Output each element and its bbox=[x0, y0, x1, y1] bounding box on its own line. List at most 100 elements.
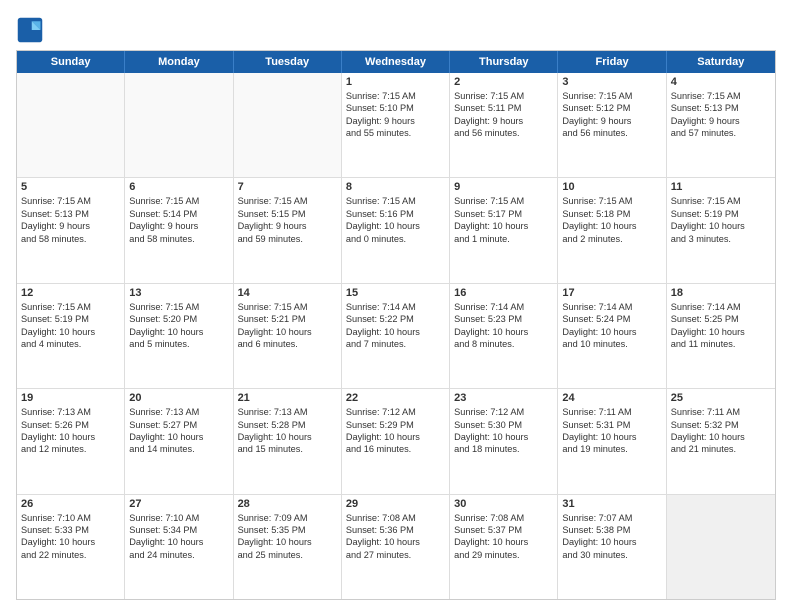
weekday-header-saturday: Saturday bbox=[667, 51, 775, 73]
day-number: 3 bbox=[562, 76, 661, 88]
header bbox=[16, 12, 776, 44]
calendar-row-5: 26 Sunrise: 7:10 AMSunset: 5:33 PMDayligh… bbox=[17, 495, 775, 599]
calendar-cell: 28 Sunrise: 7:09 AMSunset: 5:35 PMDayligh… bbox=[234, 495, 342, 599]
day-number: 25 bbox=[671, 392, 771, 404]
day-number: 17 bbox=[562, 287, 661, 299]
cell-info: Sunrise: 7:08 AMSunset: 5:36 PMDaylight:… bbox=[346, 512, 445, 562]
calendar-cell bbox=[234, 73, 342, 177]
weekday-header-thursday: Thursday bbox=[450, 51, 558, 73]
calendar-cell: 29 Sunrise: 7:08 AMSunset: 5:36 PMDayligh… bbox=[342, 495, 450, 599]
calendar-row-1: 1Sunrise: 7:15 AMSunset: 5:10 PMDaylight… bbox=[17, 73, 775, 178]
cell-info: Sunrise: 7:15 AMSunset: 5:21 PMDaylight:… bbox=[238, 301, 337, 351]
calendar-cell bbox=[17, 73, 125, 177]
calendar-cell: 30 Sunrise: 7:08 AMSunset: 5:37 PMDayligh… bbox=[450, 495, 558, 599]
day-number: 15 bbox=[346, 287, 445, 299]
calendar-cell: 13Sunrise: 7:15 AMSunset: 5:20 PMDayligh… bbox=[125, 284, 233, 388]
cell-info: Sunrise: 7:08 AMSunset: 5:37 PMDaylight:… bbox=[454, 512, 553, 562]
cell-info: Sunrise: 7:15 AMSunset: 5:11 PMDaylight:… bbox=[454, 90, 553, 140]
calendar-cell: 25 Sunrise: 7:11 AMSunset: 5:32 PMDayligh… bbox=[667, 389, 775, 493]
day-number: 2 bbox=[454, 76, 553, 88]
day-number: 5 bbox=[21, 181, 120, 193]
day-number: 30 bbox=[454, 498, 553, 510]
cell-info: Sunrise: 7:15 AMSunset: 5:19 PMDaylight:… bbox=[671, 195, 771, 245]
day-number: 14 bbox=[238, 287, 337, 299]
weekday-header-tuesday: Tuesday bbox=[234, 51, 342, 73]
calendar-cell: 17 Sunrise: 7:14 AMSunset: 5:24 PMDayligh… bbox=[558, 284, 666, 388]
cell-info: Sunrise: 7:14 AMSunset: 5:25 PMDaylight:… bbox=[671, 301, 771, 351]
logo bbox=[16, 16, 48, 44]
calendar-cell: 9Sunrise: 7:15 AMSunset: 5:17 PMDaylight… bbox=[450, 178, 558, 282]
calendar-cell: 20Sunrise: 7:13 AMSunset: 5:27 PMDayligh… bbox=[125, 389, 233, 493]
calendar-row-2: 5 Sunrise: 7:15 AMSunset: 5:13 PMDaylight… bbox=[17, 178, 775, 283]
cell-info: Sunrise: 7:12 AMSunset: 5:30 PMDaylight:… bbox=[454, 406, 553, 456]
day-number: 29 bbox=[346, 498, 445, 510]
calendar-cell: 12Sunrise: 7:15 AMSunset: 5:19 PMDayligh… bbox=[17, 284, 125, 388]
day-number: 22 bbox=[346, 392, 445, 404]
day-number: 20 bbox=[129, 392, 228, 404]
calendar-cell: 4 Sunrise: 7:15 AMSunset: 5:13 PMDaylight… bbox=[667, 73, 775, 177]
day-number: 12 bbox=[21, 287, 120, 299]
cell-info: Sunrise: 7:10 AMSunset: 5:34 PMDaylight:… bbox=[129, 512, 228, 562]
day-number: 6 bbox=[129, 181, 228, 193]
cell-info: Sunrise: 7:11 AMSunset: 5:32 PMDaylight:… bbox=[671, 406, 771, 456]
day-number: 18 bbox=[671, 287, 771, 299]
calendar-cell: 11Sunrise: 7:15 AMSunset: 5:19 PMDayligh… bbox=[667, 178, 775, 282]
day-number: 7 bbox=[238, 181, 337, 193]
day-number: 19 bbox=[21, 392, 120, 404]
calendar-cell: 15Sunrise: 7:14 AMSunset: 5:22 PMDayligh… bbox=[342, 284, 450, 388]
calendar-cell: 7 Sunrise: 7:15 AMSunset: 5:15 PMDaylight… bbox=[234, 178, 342, 282]
day-number: 21 bbox=[238, 392, 337, 404]
cell-info: Sunrise: 7:15 AMSunset: 5:14 PMDaylight:… bbox=[129, 195, 228, 245]
cell-info: Sunrise: 7:11 AMSunset: 5:31 PMDaylight:… bbox=[562, 406, 661, 456]
calendar-cell: 22 Sunrise: 7:12 AMSunset: 5:29 PMDayligh… bbox=[342, 389, 450, 493]
calendar-cell: 2 Sunrise: 7:15 AMSunset: 5:11 PMDaylight… bbox=[450, 73, 558, 177]
calendar-cell: 31 Sunrise: 7:07 AMSunset: 5:38 PMDayligh… bbox=[558, 495, 666, 599]
cell-info: Sunrise: 7:15 AMSunset: 5:13 PMDaylight:… bbox=[21, 195, 120, 245]
day-number: 26 bbox=[21, 498, 120, 510]
day-number: 27 bbox=[129, 498, 228, 510]
calendar-cell: 8Sunrise: 7:15 AMSunset: 5:16 PMDaylight… bbox=[342, 178, 450, 282]
cell-info: Sunrise: 7:14 AMSunset: 5:23 PMDaylight:… bbox=[454, 301, 553, 351]
calendar-cell: 3 Sunrise: 7:15 AMSunset: 5:12 PMDaylight… bbox=[558, 73, 666, 177]
cell-info: Sunrise: 7:07 AMSunset: 5:38 PMDaylight:… bbox=[562, 512, 661, 562]
calendar-row-4: 19 Sunrise: 7:13 AMSunset: 5:26 PMDayligh… bbox=[17, 389, 775, 494]
weekday-header-wednesday: Wednesday bbox=[342, 51, 450, 73]
calendar-cell: 16 Sunrise: 7:14 AMSunset: 5:23 PMDayligh… bbox=[450, 284, 558, 388]
cell-info: Sunrise: 7:09 AMSunset: 5:35 PMDaylight:… bbox=[238, 512, 337, 562]
page: SundayMondayTuesdayWednesdayThursdayFrid… bbox=[0, 0, 792, 612]
weekday-header-friday: Friday bbox=[558, 51, 666, 73]
calendar-cell: 18 Sunrise: 7:14 AMSunset: 5:25 PMDayligh… bbox=[667, 284, 775, 388]
cell-info: Sunrise: 7:10 AMSunset: 5:33 PMDaylight:… bbox=[21, 512, 120, 562]
day-number: 1 bbox=[346, 76, 445, 88]
calendar-cell: 10 Sunrise: 7:15 AMSunset: 5:18 PMDayligh… bbox=[558, 178, 666, 282]
cell-info: Sunrise: 7:14 AMSunset: 5:24 PMDaylight:… bbox=[562, 301, 661, 351]
calendar-cell: 26 Sunrise: 7:10 AMSunset: 5:33 PMDayligh… bbox=[17, 495, 125, 599]
calendar: SundayMondayTuesdayWednesdayThursdayFrid… bbox=[16, 50, 776, 600]
cell-info: Sunrise: 7:12 AMSunset: 5:29 PMDaylight:… bbox=[346, 406, 445, 456]
calendar-cell: 24 Sunrise: 7:11 AMSunset: 5:31 PMDayligh… bbox=[558, 389, 666, 493]
cell-info: Sunrise: 7:15 AMSunset: 5:13 PMDaylight:… bbox=[671, 90, 771, 140]
weekday-header-sunday: Sunday bbox=[17, 51, 125, 73]
day-number: 24 bbox=[562, 392, 661, 404]
cell-info: Sunrise: 7:13 AMSunset: 5:26 PMDaylight:… bbox=[21, 406, 120, 456]
calendar-body: 1Sunrise: 7:15 AMSunset: 5:10 PMDaylight… bbox=[17, 73, 775, 599]
cell-info: Sunrise: 7:15 AMSunset: 5:15 PMDaylight:… bbox=[238, 195, 337, 245]
day-number: 16 bbox=[454, 287, 553, 299]
day-number: 10 bbox=[562, 181, 661, 193]
calendar-cell: 27 Sunrise: 7:10 AMSunset: 5:34 PMDayligh… bbox=[125, 495, 233, 599]
day-number: 13 bbox=[129, 287, 228, 299]
calendar-cell: 6 Sunrise: 7:15 AMSunset: 5:14 PMDaylight… bbox=[125, 178, 233, 282]
day-number: 9 bbox=[454, 181, 553, 193]
calendar-cell bbox=[667, 495, 775, 599]
day-number: 4 bbox=[671, 76, 771, 88]
calendar-cell: 1Sunrise: 7:15 AMSunset: 5:10 PMDaylight… bbox=[342, 73, 450, 177]
cell-info: Sunrise: 7:15 AMSunset: 5:18 PMDaylight:… bbox=[562, 195, 661, 245]
cell-info: Sunrise: 7:15 AMSunset: 5:12 PMDaylight:… bbox=[562, 90, 661, 140]
cell-info: Sunrise: 7:13 AMSunset: 5:28 PMDaylight:… bbox=[238, 406, 337, 456]
day-number: 28 bbox=[238, 498, 337, 510]
calendar-cell: 5 Sunrise: 7:15 AMSunset: 5:13 PMDaylight… bbox=[17, 178, 125, 282]
calendar-cell bbox=[125, 73, 233, 177]
calendar-cell: 14 Sunrise: 7:15 AMSunset: 5:21 PMDayligh… bbox=[234, 284, 342, 388]
day-number: 31 bbox=[562, 498, 661, 510]
day-number: 8 bbox=[346, 181, 445, 193]
